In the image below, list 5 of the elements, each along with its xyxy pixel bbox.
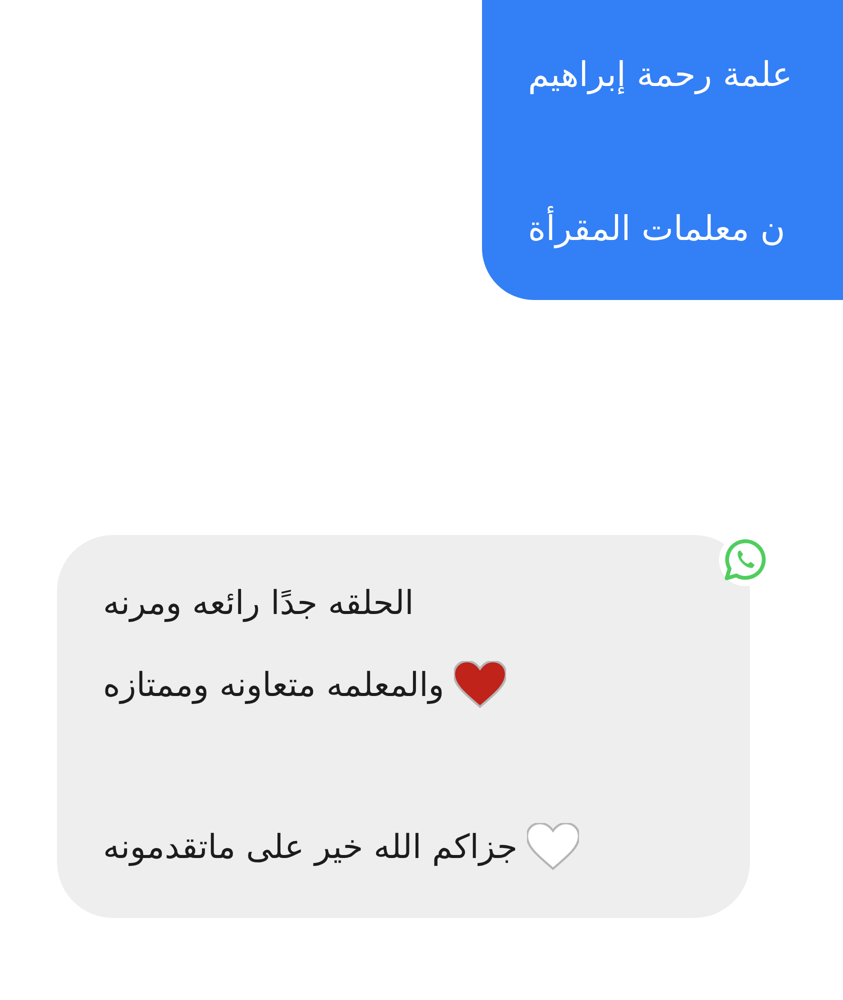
message-text: الحلقه جدًا رائعه ومرنه xyxy=(103,582,414,624)
message-text: ن معلمات المقرأة xyxy=(528,202,786,256)
message-text: جزاكم الله خير على ماتقدمونه xyxy=(103,826,518,868)
message-text: والمعلمه متعاونه وممتازه xyxy=(103,664,444,706)
message-text: علمة رحمة إبراهيم xyxy=(528,54,792,97)
